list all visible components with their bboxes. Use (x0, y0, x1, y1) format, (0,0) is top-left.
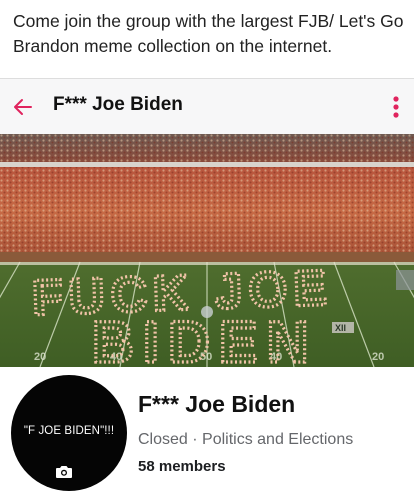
yard-number: 20 (34, 351, 46, 363)
group-name: F*** Joe Biden (138, 391, 296, 417)
svg-text:XII: XII (335, 323, 346, 333)
more-options-button[interactable] (384, 91, 408, 123)
change-photo-button[interactable] (51, 460, 77, 482)
arrow-left-icon (14, 99, 32, 115)
cover-photo[interactable]: 20 40 50 40 20 FUCK JOE BIDEN XII (0, 134, 414, 367)
group-card: F*** Joe Biden 20 40 50 40 20 FUCK JOE B… (0, 78, 414, 500)
stadium-photo: 20 40 50 40 20 FUCK JOE BIDEN XII (0, 134, 414, 367)
member-number: 58 (138, 458, 155, 475)
meta-separator: · (187, 431, 203, 448)
member-label: members (154, 458, 226, 475)
back-button[interactable] (8, 92, 38, 122)
conference-logo: XII (332, 322, 354, 333)
yard-number: 20 (372, 351, 384, 363)
avatar-text: "F JOE BIDEN"!!! (23, 425, 115, 437)
field-text-line2: BIDEN (92, 310, 317, 367)
privacy-label: Closed (138, 431, 188, 448)
group-info: "F JOE BIDEN"!!! F*** Joe Biden Closed ·… (0, 367, 414, 500)
group-header-bar: F*** Joe Biden (0, 79, 414, 134)
camera-icon (56, 465, 72, 478)
post-caption: Come join the group with the largest FJB… (13, 11, 404, 56)
category-link[interactable]: Politics and Elections (202, 431, 353, 448)
header-title: F*** Joe Biden (53, 94, 183, 115)
group-meta: Closed · Politics and Elections (138, 431, 353, 449)
member-count[interactable]: 58 members (138, 458, 226, 475)
more-vertical-icon (393, 96, 399, 118)
